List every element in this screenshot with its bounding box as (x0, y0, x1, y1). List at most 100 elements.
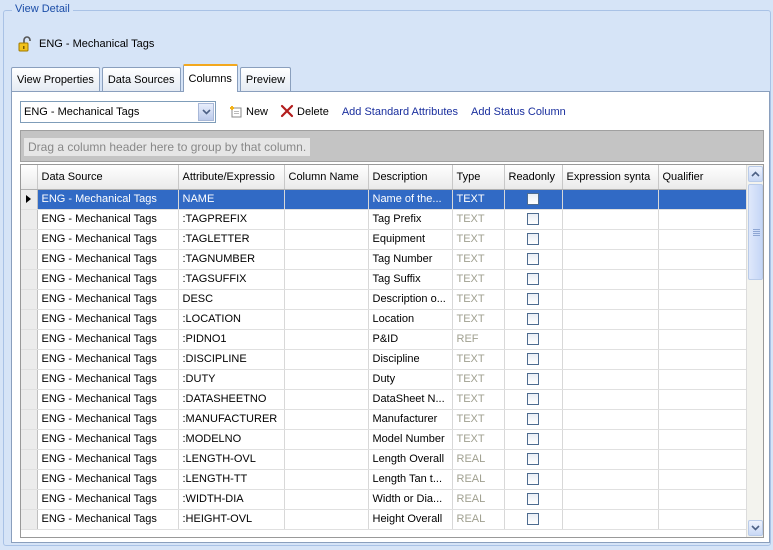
cell-expression-syntax[interactable] (562, 469, 659, 490)
vertical-scrollbar[interactable] (746, 165, 763, 537)
cell-type[interactable]: TEXT (452, 349, 505, 370)
cell-type[interactable]: REAL (452, 469, 505, 490)
cell-attribute[interactable]: :PIDNO1 (178, 329, 285, 350)
cell-description[interactable]: Length Overall (368, 449, 453, 470)
cell-column-name[interactable] (284, 389, 369, 410)
scroll-thumb[interactable] (748, 184, 763, 280)
table-row[interactable]: ENG - Mechanical Tags:LOCATION Location TE… (21, 309, 748, 330)
row-selector[interactable] (21, 269, 38, 290)
cell-expression-syntax[interactable] (562, 509, 659, 530)
datasource-select[interactable]: ENG - Mechanical Tags (20, 101, 216, 123)
cell-column-name[interactable] (284, 349, 369, 370)
cell-expression-syntax[interactable] (562, 389, 659, 410)
cell-data-source[interactable]: ENG - Mechanical Tags (37, 369, 179, 390)
cell-qualifier[interactable] (658, 329, 748, 350)
cell-attribute[interactable]: :WIDTH-DIA (178, 489, 285, 510)
cell-data-source[interactable]: ENG - Mechanical Tags (37, 249, 179, 270)
readonly-checkbox[interactable] (527, 293, 539, 306)
cell-data-source[interactable]: ENG - Mechanical Tags (37, 329, 179, 350)
cell-qualifier[interactable] (658, 509, 748, 530)
readonly-checkbox[interactable] (527, 373, 539, 386)
cell-type[interactable]: TEXT (452, 409, 505, 430)
cell-qualifier[interactable] (658, 469, 748, 490)
readonly-checkbox[interactable] (527, 393, 539, 406)
add-standard-attributes-link[interactable]: Add Standard Attributes (342, 106, 458, 118)
cell-qualifier[interactable] (658, 449, 748, 470)
table-row[interactable]: ENG - Mechanical Tags:MANUFACTURER Manufa… (21, 409, 748, 430)
row-selector[interactable] (21, 349, 38, 370)
table-row[interactable]: ENG - Mechanical Tags:TAGLETTER Equipment… (21, 229, 748, 250)
table-row[interactable]: ENG - Mechanical Tags:DISCIPLINE Discipli… (21, 349, 748, 370)
cell-type[interactable]: TEXT (452, 229, 505, 250)
readonly-checkbox[interactable] (527, 273, 539, 286)
cell-column-name[interactable] (284, 509, 369, 530)
scroll-up-button[interactable] (748, 166, 763, 182)
row-selector[interactable] (21, 449, 38, 470)
cell-attribute[interactable]: :TAGSUFFIX (178, 269, 285, 290)
row-selector[interactable] (21, 389, 38, 410)
cell-attribute[interactable]: :TAGLETTER (178, 229, 285, 250)
cell-attribute[interactable]: :TAGNUMBER (178, 249, 285, 270)
cell-expression-syntax[interactable] (562, 289, 659, 310)
readonly-checkbox[interactable] (527, 493, 539, 506)
cell-type[interactable]: TEXT (452, 289, 505, 310)
cell-data-source[interactable]: ENG - Mechanical Tags (37, 489, 179, 510)
readonly-checkbox[interactable] (527, 253, 539, 266)
column-header-column-name[interactable]: Column Name (284, 165, 369, 190)
cell-qualifier[interactable] (658, 429, 748, 450)
cell-qualifier[interactable] (658, 309, 748, 330)
cell-column-name[interactable] (284, 249, 369, 270)
cell-description[interactable]: Tag Prefix (368, 209, 453, 230)
table-row[interactable]: ENG - Mechanical Tags:PIDNO1 P&ID REF (21, 329, 748, 350)
cell-description[interactable]: Location (368, 309, 453, 330)
cell-qualifier[interactable] (658, 189, 748, 210)
cell-attribute[interactable]: :DUTY (178, 369, 285, 390)
cell-description[interactable]: P&ID (368, 329, 453, 350)
table-row[interactable]: ENG - Mechanical Tags NAME Name of the... T… (21, 189, 748, 210)
cell-column-name[interactable] (284, 289, 369, 310)
cell-qualifier[interactable] (658, 209, 748, 230)
cell-column-name[interactable] (284, 269, 369, 290)
cell-description[interactable]: Length Tan t... (368, 469, 453, 490)
cell-expression-syntax[interactable] (562, 249, 659, 270)
cell-column-name[interactable] (284, 309, 369, 330)
cell-column-name[interactable] (284, 429, 369, 450)
cell-type[interactable]: TEXT (452, 209, 505, 230)
group-by-area[interactable]: Drag a column header here to group by th… (20, 130, 764, 162)
cell-description[interactable]: Height Overall (368, 509, 453, 530)
tab-preview[interactable]: Preview (239, 67, 292, 91)
column-header-expression-syntax[interactable]: Expression synta (562, 165, 659, 190)
row-selector[interactable] (21, 509, 38, 530)
cell-data-source[interactable]: ENG - Mechanical Tags (37, 209, 179, 230)
column-header-readonly[interactable]: Readonly (504, 165, 563, 190)
row-selector[interactable] (21, 289, 38, 310)
readonly-checkbox[interactable] (527, 413, 539, 426)
cell-column-name[interactable] (284, 209, 369, 230)
row-selector[interactable] (21, 489, 38, 510)
cell-column-name[interactable] (284, 449, 369, 470)
row-selector[interactable] (21, 309, 38, 330)
cell-description[interactable]: Tag Number (368, 249, 453, 270)
readonly-checkbox[interactable] (527, 433, 539, 446)
cell-qualifier[interactable] (658, 489, 748, 510)
cell-expression-syntax[interactable] (562, 269, 659, 290)
chevron-down-icon[interactable] (198, 103, 214, 121)
cell-qualifier[interactable] (658, 389, 748, 410)
cell-expression-syntax[interactable] (562, 209, 659, 230)
cell-description[interactable]: Name of the... (368, 189, 453, 210)
readonly-checkbox[interactable] (527, 333, 539, 346)
cell-qualifier[interactable] (658, 289, 748, 310)
cell-description[interactable]: Duty (368, 369, 453, 390)
cell-column-name[interactable] (284, 369, 369, 390)
cell-description[interactable]: Manufacturer (368, 409, 453, 430)
readonly-checkbox[interactable] (527, 213, 539, 226)
cell-description[interactable]: Tag Suffix (368, 269, 453, 290)
table-row[interactable]: ENG - Mechanical Tags:LENGTH-TT Length Ta… (21, 469, 748, 490)
cell-attribute[interactable]: :HEIGHT-OVL (178, 509, 285, 530)
cell-attribute[interactable]: :TAGPREFIX (178, 209, 285, 230)
cell-attribute[interactable]: :LENGTH-OVL (178, 449, 285, 470)
cell-expression-syntax[interactable] (562, 229, 659, 250)
cell-column-name[interactable] (284, 469, 369, 490)
cell-data-source[interactable]: ENG - Mechanical Tags (37, 509, 179, 530)
cell-type[interactable]: TEXT (452, 189, 505, 210)
